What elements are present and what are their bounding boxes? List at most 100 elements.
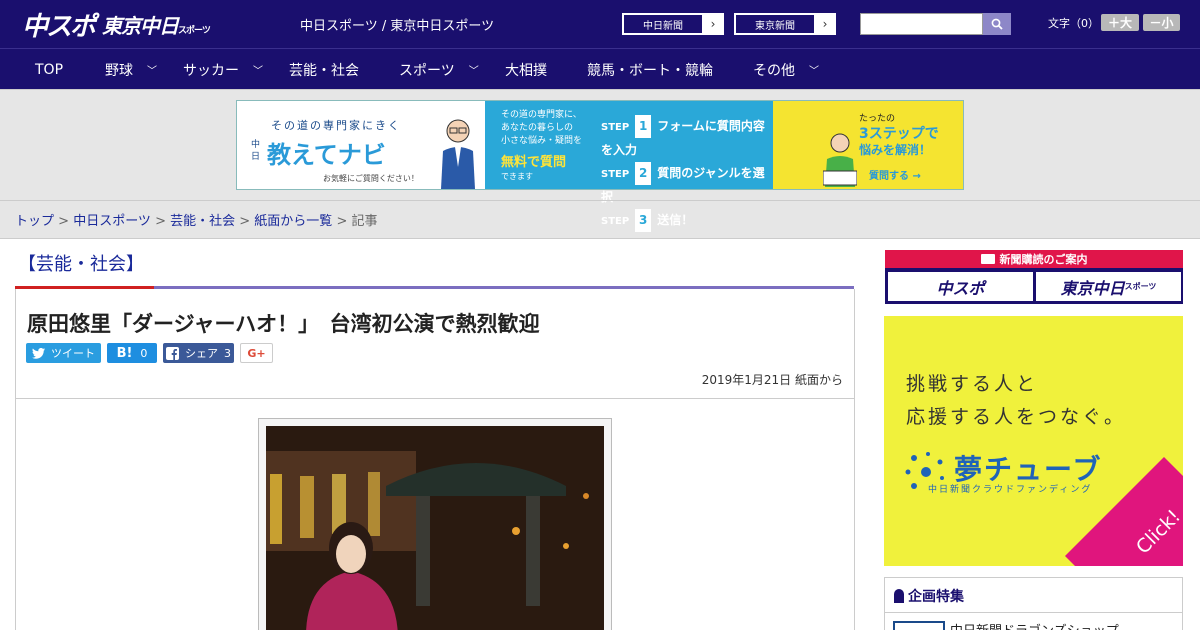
nav-label: スポーツ	[399, 62, 455, 79]
chevron-right-icon: ›	[710, 17, 716, 31]
yume-tagline: 挑戦する人と 応援する人をつなぐ。	[906, 368, 1126, 434]
nav-item-soccer[interactable]: サッカー ﹀	[183, 49, 263, 90]
facebook-share-label: シェア	[185, 347, 218, 360]
chevron-down-icon: ﹀	[253, 66, 263, 77]
tokyo-shimbun-button[interactable]: 東京新聞 ›	[734, 13, 836, 35]
breadcrumb-current: 記事	[351, 214, 378, 229]
facebook-share-count: 3	[224, 346, 231, 360]
ad-solve: 悩みを解消！	[859, 143, 932, 157]
facebook-icon	[166, 346, 179, 360]
nav-item-other[interactable]: その他 ﹀	[753, 49, 819, 90]
yume-tagline-2: 応援する人をつなぐ。	[906, 406, 1127, 428]
nav-item-baseball[interactable]: 野球 ﹀	[105, 49, 157, 90]
step-label: STEP	[601, 216, 630, 227]
subscription-heading-text: 新聞購読のご案内	[999, 253, 1088, 266]
site-logo[interactable]: 中スポ 東京中日スポーツ	[22, 6, 211, 42]
dragons-shop-link[interactable]: 中日新聞ドラゴンズショップ	[950, 620, 1119, 630]
nav-label: その他	[753, 62, 795, 79]
subscription-box: 新聞購読のご案内 中スポ 東京中日 スポーツ	[885, 250, 1183, 304]
search-button[interactable]	[983, 13, 1011, 35]
chunichi-shimbun-label: 中日新聞	[623, 14, 703, 34]
hatena-count: 0	[140, 346, 148, 360]
nav-item-entertainment[interactable]: 芸能・社会	[289, 49, 359, 90]
temple-scene-image	[266, 426, 604, 630]
nav-item-sports[interactable]: スポーツ ﹀	[399, 49, 479, 90]
step-number: 2	[635, 162, 652, 185]
breadcrumb-link-top[interactable]: トップ	[15, 214, 54, 229]
nav-item-racing[interactable]: 競馬・ボート・競輪	[587, 49, 713, 90]
ribbon-icon	[894, 589, 904, 603]
subscribe-tokyo-chunichi-button[interactable]: 東京中日 スポーツ	[1036, 272, 1181, 301]
newspaper-icon	[980, 254, 995, 264]
step-number: 3	[635, 209, 652, 232]
chunichi-shimbun-button[interactable]: 中日新聞 ›	[622, 13, 724, 35]
divider	[884, 612, 1183, 613]
chevron-down-icon: ﹀	[147, 66, 157, 77]
ad-cta: 質問する →	[869, 171, 921, 182]
google-plus-button[interactable]: G+	[240, 343, 273, 363]
subscription-heading: 新聞購読のご案内	[885, 250, 1183, 268]
ad-brand: 教えてナビ	[267, 141, 386, 169]
nav-item-sumo[interactable]: 大相撲	[505, 49, 547, 90]
dragons-shop-thumbnail[interactable]	[893, 621, 945, 630]
ad-middle-panel: その道の専門家に、 あなたの暮らしの 小さな悩み・疑問を 無料で質問 できます …	[485, 101, 773, 232]
oshiete-navi-ad-banner[interactable]: その道の専門家にきく 中日 教えてナビ お気軽にご質問ください！ その道の専門家…	[236, 100, 964, 232]
ad-step-1: STEP 1 フォームに質問内容を入力	[601, 115, 773, 162]
ad-three-steps: 3ステップで	[859, 126, 939, 142]
font-size-up-button[interactable]: ＋大	[1101, 14, 1139, 31]
breadcrumb-link-print-list[interactable]: 紙面から一覧	[254, 214, 332, 229]
category-heading: 【芸能・社会】	[18, 254, 144, 275]
breadcrumb-separator: >	[235, 214, 255, 229]
nav-label: TOP	[35, 61, 64, 78]
special-features-text: 企画特集	[908, 589, 964, 605]
step-text: 送信！	[657, 213, 694, 227]
nav-label: サッカー	[183, 62, 239, 79]
ad-tagline: その道の専門家にきく	[271, 119, 401, 132]
breadcrumb-link-entertainment[interactable]: 芸能・社会	[170, 214, 235, 229]
site-header: 中スポ 東京中日スポーツ 中日スポーツ / 東京中日スポーツ 中日新聞 › 東京…	[0, 0, 1200, 48]
chevron-down-icon: ﹀	[809, 66, 819, 77]
logo-chuspo: 中スポ	[22, 11, 96, 42]
facebook-share-button[interactable]: シェア 3	[163, 343, 234, 363]
nav-label: 競馬・ボート・競輪	[587, 62, 713, 79]
tweet-button[interactable]: ツイート	[26, 343, 101, 363]
chevron-down-icon: ﹀	[468, 66, 479, 77]
search-input[interactable]	[860, 13, 983, 35]
main-nav: TOP 野球 ﹀ サッカー ﹀ 芸能・社会 スポーツ ﹀ 大相撲 競馬・ボート・競輪 …	[0, 48, 1200, 89]
logo-tokyo-text: 東京中日	[102, 13, 179, 38]
article-title: 原田悠里「ダージャーハオ！」 台湾初公演で熱烈歓迎	[27, 312, 540, 336]
nav-item-top[interactable]: TOP	[35, 49, 63, 90]
subscribe-chuspo-button[interactable]: 中スポ	[888, 272, 1033, 301]
divider	[0, 200, 1200, 201]
ad-note: お気軽にご質問ください！	[323, 174, 419, 183]
ad-copy-line2: あなたの暮らしの	[501, 123, 574, 133]
ad-can: できます	[501, 172, 533, 181]
ad-steps: STEP 1 フォームに質問内容を入力 STEP 2 質問のジャンルを選択 STEP 3 送…	[601, 115, 773, 233]
breadcrumb-separator: >	[332, 214, 352, 229]
step-label: STEP	[601, 122, 630, 133]
article-date: 2019年1月21日 紙面から	[701, 373, 843, 387]
nav-label: 芸能・社会	[289, 62, 359, 79]
ad-left-panel: その道の専門家にきく 中日 教えてナビ お気軽にご質問ください！	[237, 101, 485, 189]
ad-right-panel: たったの 3ステップで 悩みを解消！ 質問する →	[773, 101, 963, 189]
logo-tokyo-chunichi: 東京中日スポーツ	[102, 10, 211, 39]
article-photo[interactable]	[266, 426, 604, 630]
yume-tube-ad-banner[interactable]: 挑戦する人と 応援する人をつなぐ。 夢チューブ 中日新聞クラウドファンディング …	[884, 316, 1183, 566]
step-number: 1	[635, 115, 652, 138]
hatena-bookmark-button[interactable]: B! 0	[107, 343, 157, 363]
subscribe-tokyo-text: 東京中日	[1060, 278, 1125, 298]
nav-label: 大相撲	[505, 62, 547, 79]
yume-tagline-1: 挑戦する人と	[906, 373, 1039, 395]
font-size-label: 文字（0）	[1048, 17, 1099, 30]
twitter-icon	[32, 347, 45, 359]
user-illustration-icon	[823, 133, 857, 187]
chevron-right-icon: ›	[822, 17, 828, 31]
ad-step-3: STEP 3 送信！	[601, 209, 773, 233]
ad-copy: その道の専門家に、 あなたの暮らしの 小さな悩み・疑問を	[501, 109, 582, 148]
font-size-down-button[interactable]: －小	[1143, 14, 1180, 31]
breadcrumb-link-chuspo[interactable]: 中日スポーツ	[73, 214, 151, 229]
site-names: 中日スポーツ / 東京中日スポーツ	[300, 19, 495, 34]
nav-divider	[0, 89, 1200, 90]
breadcrumb-separator: >	[54, 214, 74, 229]
ad-free-question: 無料で質問	[501, 155, 567, 170]
